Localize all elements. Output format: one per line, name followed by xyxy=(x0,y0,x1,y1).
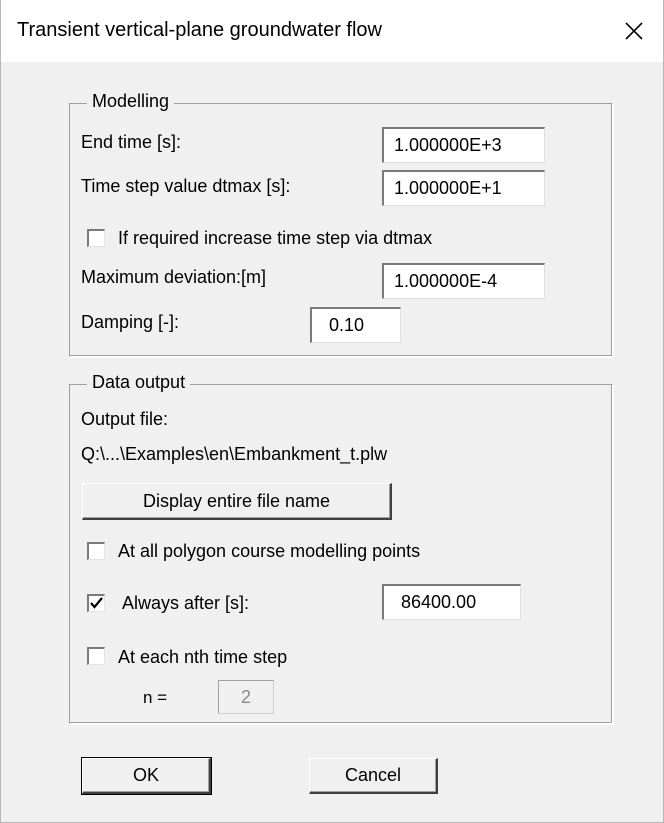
dialog-window: Transient vertical-plane groundwater flo… xyxy=(0,0,664,823)
modelling-group-title: Modelling xyxy=(87,91,175,112)
always-after-field[interactable] xyxy=(382,584,521,620)
polygon-points-label: At all polygon course modelling points xyxy=(118,541,421,561)
output-file-label: Output file: xyxy=(81,409,169,429)
max-deviation-label: Maximum deviation:[m] xyxy=(81,267,267,287)
max-deviation-field[interactable] xyxy=(382,263,545,299)
output-file-path: Q:\...\Examples\en\Embankment_t.plw xyxy=(81,444,388,464)
time-step-label: Time step value dtmax [s]: xyxy=(81,176,291,196)
close-icon xyxy=(625,22,643,40)
close-button[interactable] xyxy=(605,0,663,62)
nth-step-checkbox[interactable] xyxy=(87,647,105,665)
increase-step-label: If required increase time step via dtmax xyxy=(118,228,433,248)
cancel-button[interactable]: Cancel xyxy=(309,758,438,794)
time-step-field[interactable] xyxy=(382,170,545,206)
damping-label: Damping [-]: xyxy=(81,312,180,332)
always-after-checkbox[interactable] xyxy=(87,594,105,612)
window-title: Transient vertical-plane groundwater flo… xyxy=(17,19,382,41)
increase-step-checkbox[interactable] xyxy=(87,229,105,247)
damping-field[interactable] xyxy=(310,307,401,343)
display-file-name-button[interactable]: Display entire file name xyxy=(82,483,392,520)
polygon-points-checkbox[interactable] xyxy=(87,542,105,560)
nth-step-label: At each nth time step xyxy=(118,647,288,667)
title-bar: Transient vertical-plane groundwater flo… xyxy=(1,0,663,62)
data-output-group-title: Data output xyxy=(87,372,191,393)
n-field[interactable] xyxy=(218,680,274,714)
always-after-label: Always after [s]: xyxy=(122,593,250,613)
end-time-field[interactable] xyxy=(382,127,545,163)
checkmark-icon xyxy=(90,597,103,609)
ok-button[interactable]: OK xyxy=(81,757,212,795)
end-time-label: End time [s]: xyxy=(81,132,182,152)
n-label: n = xyxy=(143,688,168,707)
